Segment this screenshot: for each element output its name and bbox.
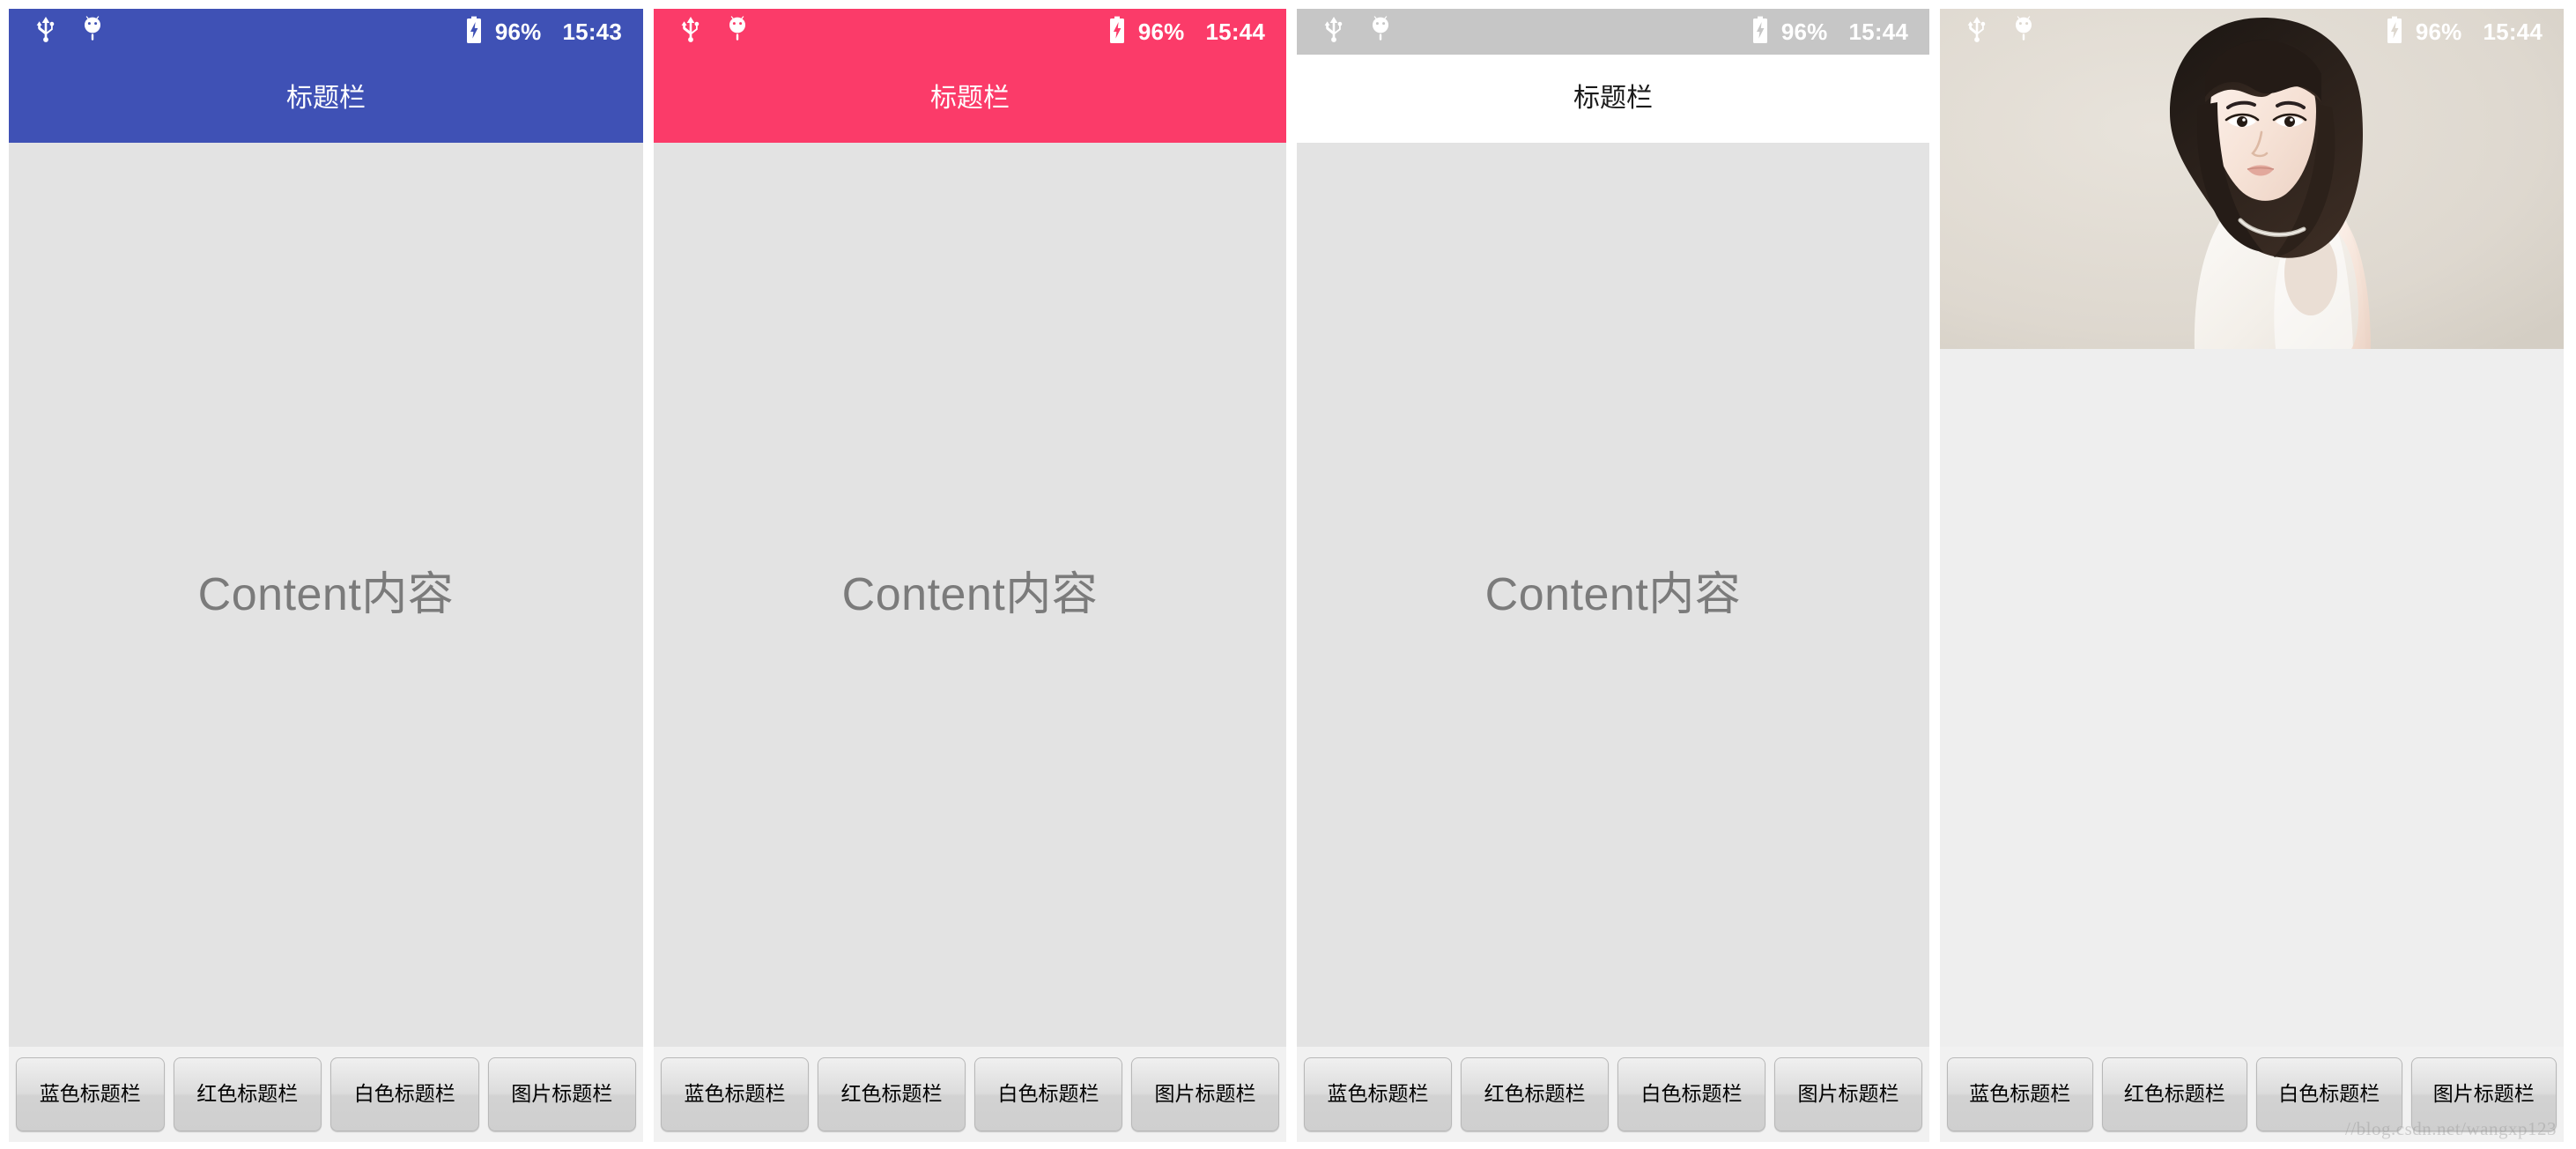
button-bar: 蓝色标题栏 红色标题栏 白色标题栏 图片标题栏 <box>9 1047 643 1142</box>
button-red-title-bar[interactable]: 红色标题栏 <box>173 1057 322 1131</box>
button-white-title-bar[interactable]: 白色标题栏 <box>1617 1057 1765 1131</box>
button-label: 红色标题栏 <box>2123 1082 2225 1106</box>
battery-charging-icon <box>2386 16 2403 48</box>
button-white-title-bar[interactable]: 白色标题栏 <box>974 1057 1122 1131</box>
button-image-title-bar[interactable]: 图片标题栏 <box>1774 1057 1922 1131</box>
panel-red-title-bar: 96% 15:44 标题栏 Content内容 蓝色标题栏 红色标题栏 白色标题… <box>643 0 1286 1149</box>
button-label: 图片标题栏 <box>1797 1082 1899 1106</box>
title-bar: 标题栏 <box>1297 55 1929 143</box>
content-label: Content内容 <box>1484 569 1742 620</box>
usb-icon <box>1323 16 1344 48</box>
battery-percent-label: 96% <box>494 19 542 45</box>
image-title-bar: 96% 15:44 <box>1940 9 2564 349</box>
clock-label: 15:43 <box>562 19 622 45</box>
button-label: 图片标题栏 <box>2432 1082 2535 1106</box>
usb-icon <box>1966 16 1988 48</box>
button-label: 红色标题栏 <box>1484 1082 1586 1106</box>
battery-charging-icon <box>465 16 483 48</box>
status-bar-left-icons <box>680 15 749 48</box>
clock-label: 15:44 <box>1205 19 1265 45</box>
button-red-title-bar[interactable]: 红色标题栏 <box>1461 1057 1609 1131</box>
status-bar: 96% 15:44 <box>654 9 1286 55</box>
usb-icon <box>680 16 701 48</box>
phone-screen-white: 96% 15:44 标题栏 Content内容 蓝色标题栏 红色标题栏 白色标题… <box>1297 9 1929 1142</box>
button-red-title-bar[interactable]: 红色标题栏 <box>818 1057 966 1131</box>
clock-label: 15:44 <box>2483 19 2543 45</box>
status-bar-right-group: 96% 15:44 <box>2386 16 2543 48</box>
phone-screen-image: 96% 15:44 蓝色标题栏 红色标题栏 白色标题栏 图片标题栏 //blog… <box>1940 9 2564 1142</box>
battery-charging-icon <box>1751 16 1769 48</box>
button-label: 白色标题栏 <box>1640 1082 1743 1106</box>
phone-screen-blue: 96% 15:43 标题栏 Content内容 蓝色标题栏 红色标题栏 白色标题… <box>9 9 643 1142</box>
button-label: 红色标题栏 <box>196 1082 299 1106</box>
content-area: Content内容 <box>654 143 1286 1047</box>
content-area <box>1940 349 2564 1047</box>
battery-percent-label: 96% <box>2415 19 2462 45</box>
title-bar-label: 标题栏 <box>1573 84 1653 113</box>
button-image-title-bar[interactable]: 图片标题栏 <box>2410 1057 2557 1131</box>
button-white-title-bar[interactable]: 白色标题栏 <box>330 1057 479 1131</box>
status-bar-right-group: 96% 15:44 <box>1751 16 1908 48</box>
status-bar: 96% 15:44 <box>1297 9 1929 55</box>
android-robot-icon <box>81 15 104 48</box>
button-label: 白色标题栏 <box>353 1082 455 1106</box>
button-label: 白色标题栏 <box>2278 1082 2380 1106</box>
panel-image-title-bar: 96% 15:44 蓝色标题栏 红色标题栏 白色标题栏 图片标题栏 //blog… <box>1929 0 2572 1149</box>
button-label: 蓝色标题栏 <box>1969 1082 2071 1106</box>
clock-label: 15:44 <box>1848 19 1908 45</box>
panel-white-title-bar: 96% 15:44 标题栏 Content内容 蓝色标题栏 红色标题栏 白色标题… <box>1286 0 1929 1149</box>
android-robot-icon <box>2012 15 2035 48</box>
button-label: 白色标题栏 <box>997 1082 1099 1106</box>
status-bar-left-icons <box>35 15 104 48</box>
status-bar-right-group: 96% 15:44 <box>1108 16 1265 48</box>
button-white-title-bar[interactable]: 白色标题栏 <box>2256 1057 2402 1131</box>
button-label: 红色标题栏 <box>840 1082 943 1106</box>
screenshot-root: 96% 15:43 标题栏 Content内容 蓝色标题栏 红色标题栏 白色标题… <box>0 0 2576 1149</box>
battery-percent-label: 96% <box>1137 19 1185 45</box>
button-label: 图片标题栏 <box>1154 1082 1256 1106</box>
button-blue-title-bar[interactable]: 蓝色标题栏 <box>1947 1057 2093 1131</box>
button-label: 图片标题栏 <box>511 1082 613 1106</box>
title-bar: 标题栏 <box>654 55 1286 143</box>
button-label: 蓝色标题栏 <box>39 1082 141 1106</box>
status-bar-right-group: 96% 15:43 <box>465 16 622 48</box>
button-blue-title-bar[interactable]: 蓝色标题栏 <box>661 1057 809 1131</box>
button-blue-title-bar[interactable]: 蓝色标题栏 <box>1304 1057 1452 1131</box>
android-robot-icon <box>726 15 749 48</box>
button-bar: 蓝色标题栏 红色标题栏 白色标题栏 图片标题栏 <box>654 1047 1286 1142</box>
button-blue-title-bar[interactable]: 蓝色标题栏 <box>16 1057 165 1131</box>
content-area: Content内容 <box>9 143 643 1047</box>
button-bar: 蓝色标题栏 红色标题栏 白色标题栏 图片标题栏 <box>1297 1047 1929 1142</box>
content-label: Content内容 <box>197 569 455 620</box>
status-bar-left-icons <box>1323 15 1392 48</box>
status-bar: 96% 15:43 <box>9 9 643 55</box>
battery-charging-icon <box>1108 16 1126 48</box>
title-bar: 标题栏 <box>9 55 643 143</box>
title-bar-label: 标题栏 <box>286 84 366 113</box>
usb-icon <box>35 16 56 48</box>
title-bar-label: 标题栏 <box>930 84 1010 113</box>
status-bar-left-icons <box>1966 15 2035 48</box>
button-bar: 蓝色标题栏 红色标题栏 白色标题栏 图片标题栏 //blog.csdn.net/… <box>1940 1047 2564 1142</box>
header-photo <box>1940 9 2564 349</box>
button-red-title-bar[interactable]: 红色标题栏 <box>2101 1057 2247 1131</box>
phone-screen-red: 96% 15:44 标题栏 Content内容 蓝色标题栏 红色标题栏 白色标题… <box>654 9 1286 1142</box>
battery-percent-label: 96% <box>1780 19 1828 45</box>
android-robot-icon <box>1369 15 1392 48</box>
button-label: 蓝色标题栏 <box>684 1082 786 1106</box>
content-area: Content内容 <box>1297 143 1929 1047</box>
status-bar: 96% 15:44 <box>1940 9 2564 55</box>
button-label: 蓝色标题栏 <box>1327 1082 1429 1106</box>
panel-blue-title-bar: 96% 15:43 标题栏 Content内容 蓝色标题栏 红色标题栏 白色标题… <box>0 0 643 1149</box>
button-image-title-bar[interactable]: 图片标题栏 <box>487 1057 636 1131</box>
button-image-title-bar[interactable]: 图片标题栏 <box>1131 1057 1279 1131</box>
content-label: Content内容 <box>841 569 1099 620</box>
